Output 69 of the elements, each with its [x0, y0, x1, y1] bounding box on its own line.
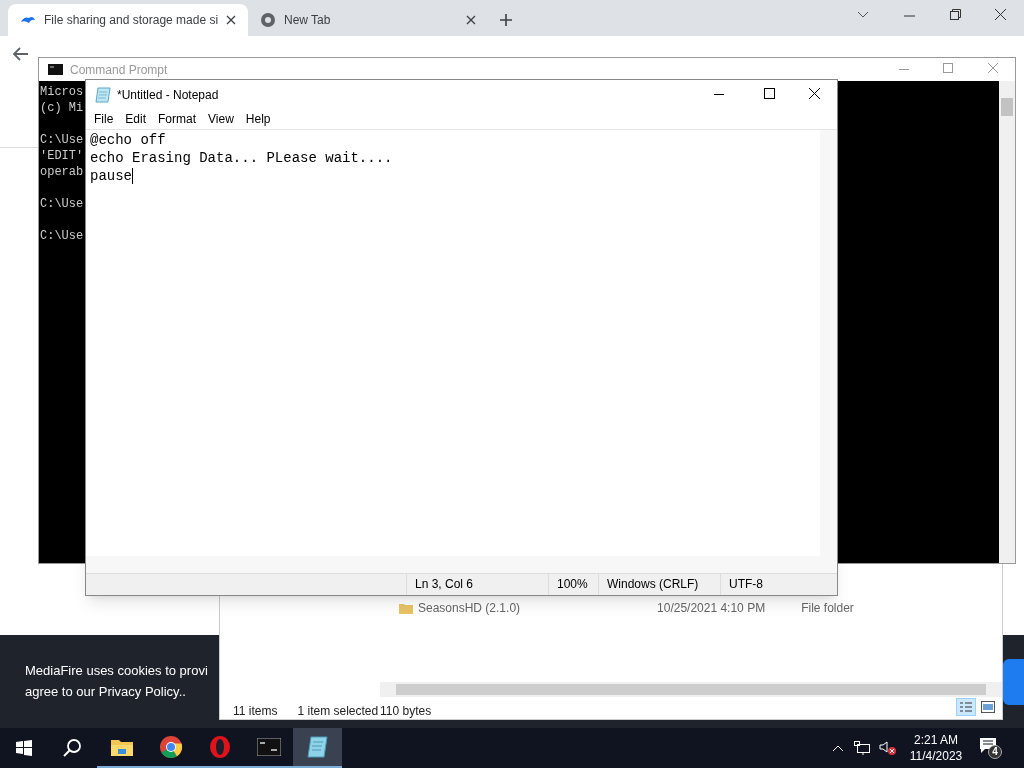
folder-icon [109, 737, 134, 757]
windows-start-icon[interactable] [16, 740, 32, 756]
console-line: (c) Mi [40, 100, 84, 116]
chevron-down-icon[interactable] [857, 11, 869, 19]
back-arrow-icon[interactable] [13, 47, 29, 61]
file-type: File folder [801, 600, 854, 617]
search-icon[interactable] [62, 738, 82, 758]
cookie-text: MediaFire uses cookies to provi [25, 662, 208, 679]
notepad-icon [95, 86, 111, 103]
notification-button[interactable]: 4 [980, 736, 1002, 760]
console-line: Micros [40, 84, 84, 100]
maximize-icon[interactable] [764, 88, 775, 99]
folder-icon [399, 602, 413, 614]
chrome-icon [260, 12, 276, 28]
status-text: 100% [548, 574, 598, 595]
horizontal-scrollbar[interactable] [380, 682, 1002, 697]
notification-count: 4 [988, 745, 1002, 759]
clock-date[interactable]: 11/4/2023 [909, 748, 963, 764]
details-view-icon[interactable] [956, 698, 976, 716]
console-line: 'EDIT' [40, 148, 84, 164]
close-icon[interactable] [466, 15, 476, 25]
text-line: @echo off [90, 131, 166, 149]
text-line: echo Erasing Data... PLease wait.... [90, 149, 393, 167]
menu-item[interactable]: View [202, 110, 240, 128]
close-icon[interactable] [226, 15, 236, 25]
console-line: C:\Use [40, 196, 84, 212]
text-cursor [132, 168, 133, 184]
new-tab-icon[interactable] [500, 14, 512, 26]
status-text: Ln 3, Col 6 [406, 574, 548, 595]
terminal-icon [256, 738, 281, 756]
notepad-icon [306, 735, 329, 759]
taskbar-button[interactable] [293, 728, 342, 768]
opera-icon [208, 735, 231, 759]
clock-time[interactable]: 2:21 AM [914, 732, 958, 748]
cookie-text: agree to our Privacy Policy.. [25, 683, 186, 700]
horizontal-scrollbar[interactable] [86, 556, 837, 573]
console-line: operab [40, 164, 84, 180]
tab-title: New Tab [284, 12, 332, 29]
status-text: Windows (CRLF) [598, 574, 720, 595]
speaker-muted-icon[interactable] [879, 741, 897, 755]
restore-icon[interactable] [950, 9, 961, 20]
console-line: C:\Use [40, 228, 84, 244]
status-text: UTF-8 [720, 574, 830, 595]
menu-item[interactable]: Edit [119, 110, 153, 128]
browser-tab[interactable]: File sharing and storage made si [8, 4, 248, 36]
menu-item[interactable]: Format [152, 110, 203, 128]
network-icon[interactable] [854, 741, 870, 755]
window-title: Command Prompt [70, 61, 168, 79]
browser-tab[interactable]: New Tab [248, 4, 488, 36]
status-text: 11 items [233, 703, 278, 720]
console-line: C:\Use [40, 132, 84, 148]
thumbnail-view-icon[interactable] [981, 701, 995, 713]
chrome-icon [158, 735, 183, 759]
close-icon[interactable] [809, 88, 820, 99]
status-text: 1 item selected [297, 703, 379, 720]
vertical-scrollbar[interactable] [820, 130, 837, 556]
menu-item[interactable]: Help [239, 110, 277, 128]
status-text: 110 bytes [380, 703, 432, 720]
text-line: pause [90, 167, 132, 185]
terminal-icon [48, 64, 63, 75]
chevron-up-icon[interactable] [832, 744, 844, 752]
tab-title: File sharing and storage made si [44, 12, 218, 29]
menu-item[interactable]: File [88, 110, 120, 128]
vertical-scrollbar[interactable] [999, 81, 1015, 563]
file-date: 10/25/2021 4:10 PM [657, 600, 766, 617]
close-icon[interactable] [995, 9, 1006, 20]
window-title: *Untitled - Notepad [117, 86, 219, 104]
file-name[interactable]: SeasonsHD (2.1.0) [418, 599, 521, 617]
cloud-icon [20, 14, 36, 26]
